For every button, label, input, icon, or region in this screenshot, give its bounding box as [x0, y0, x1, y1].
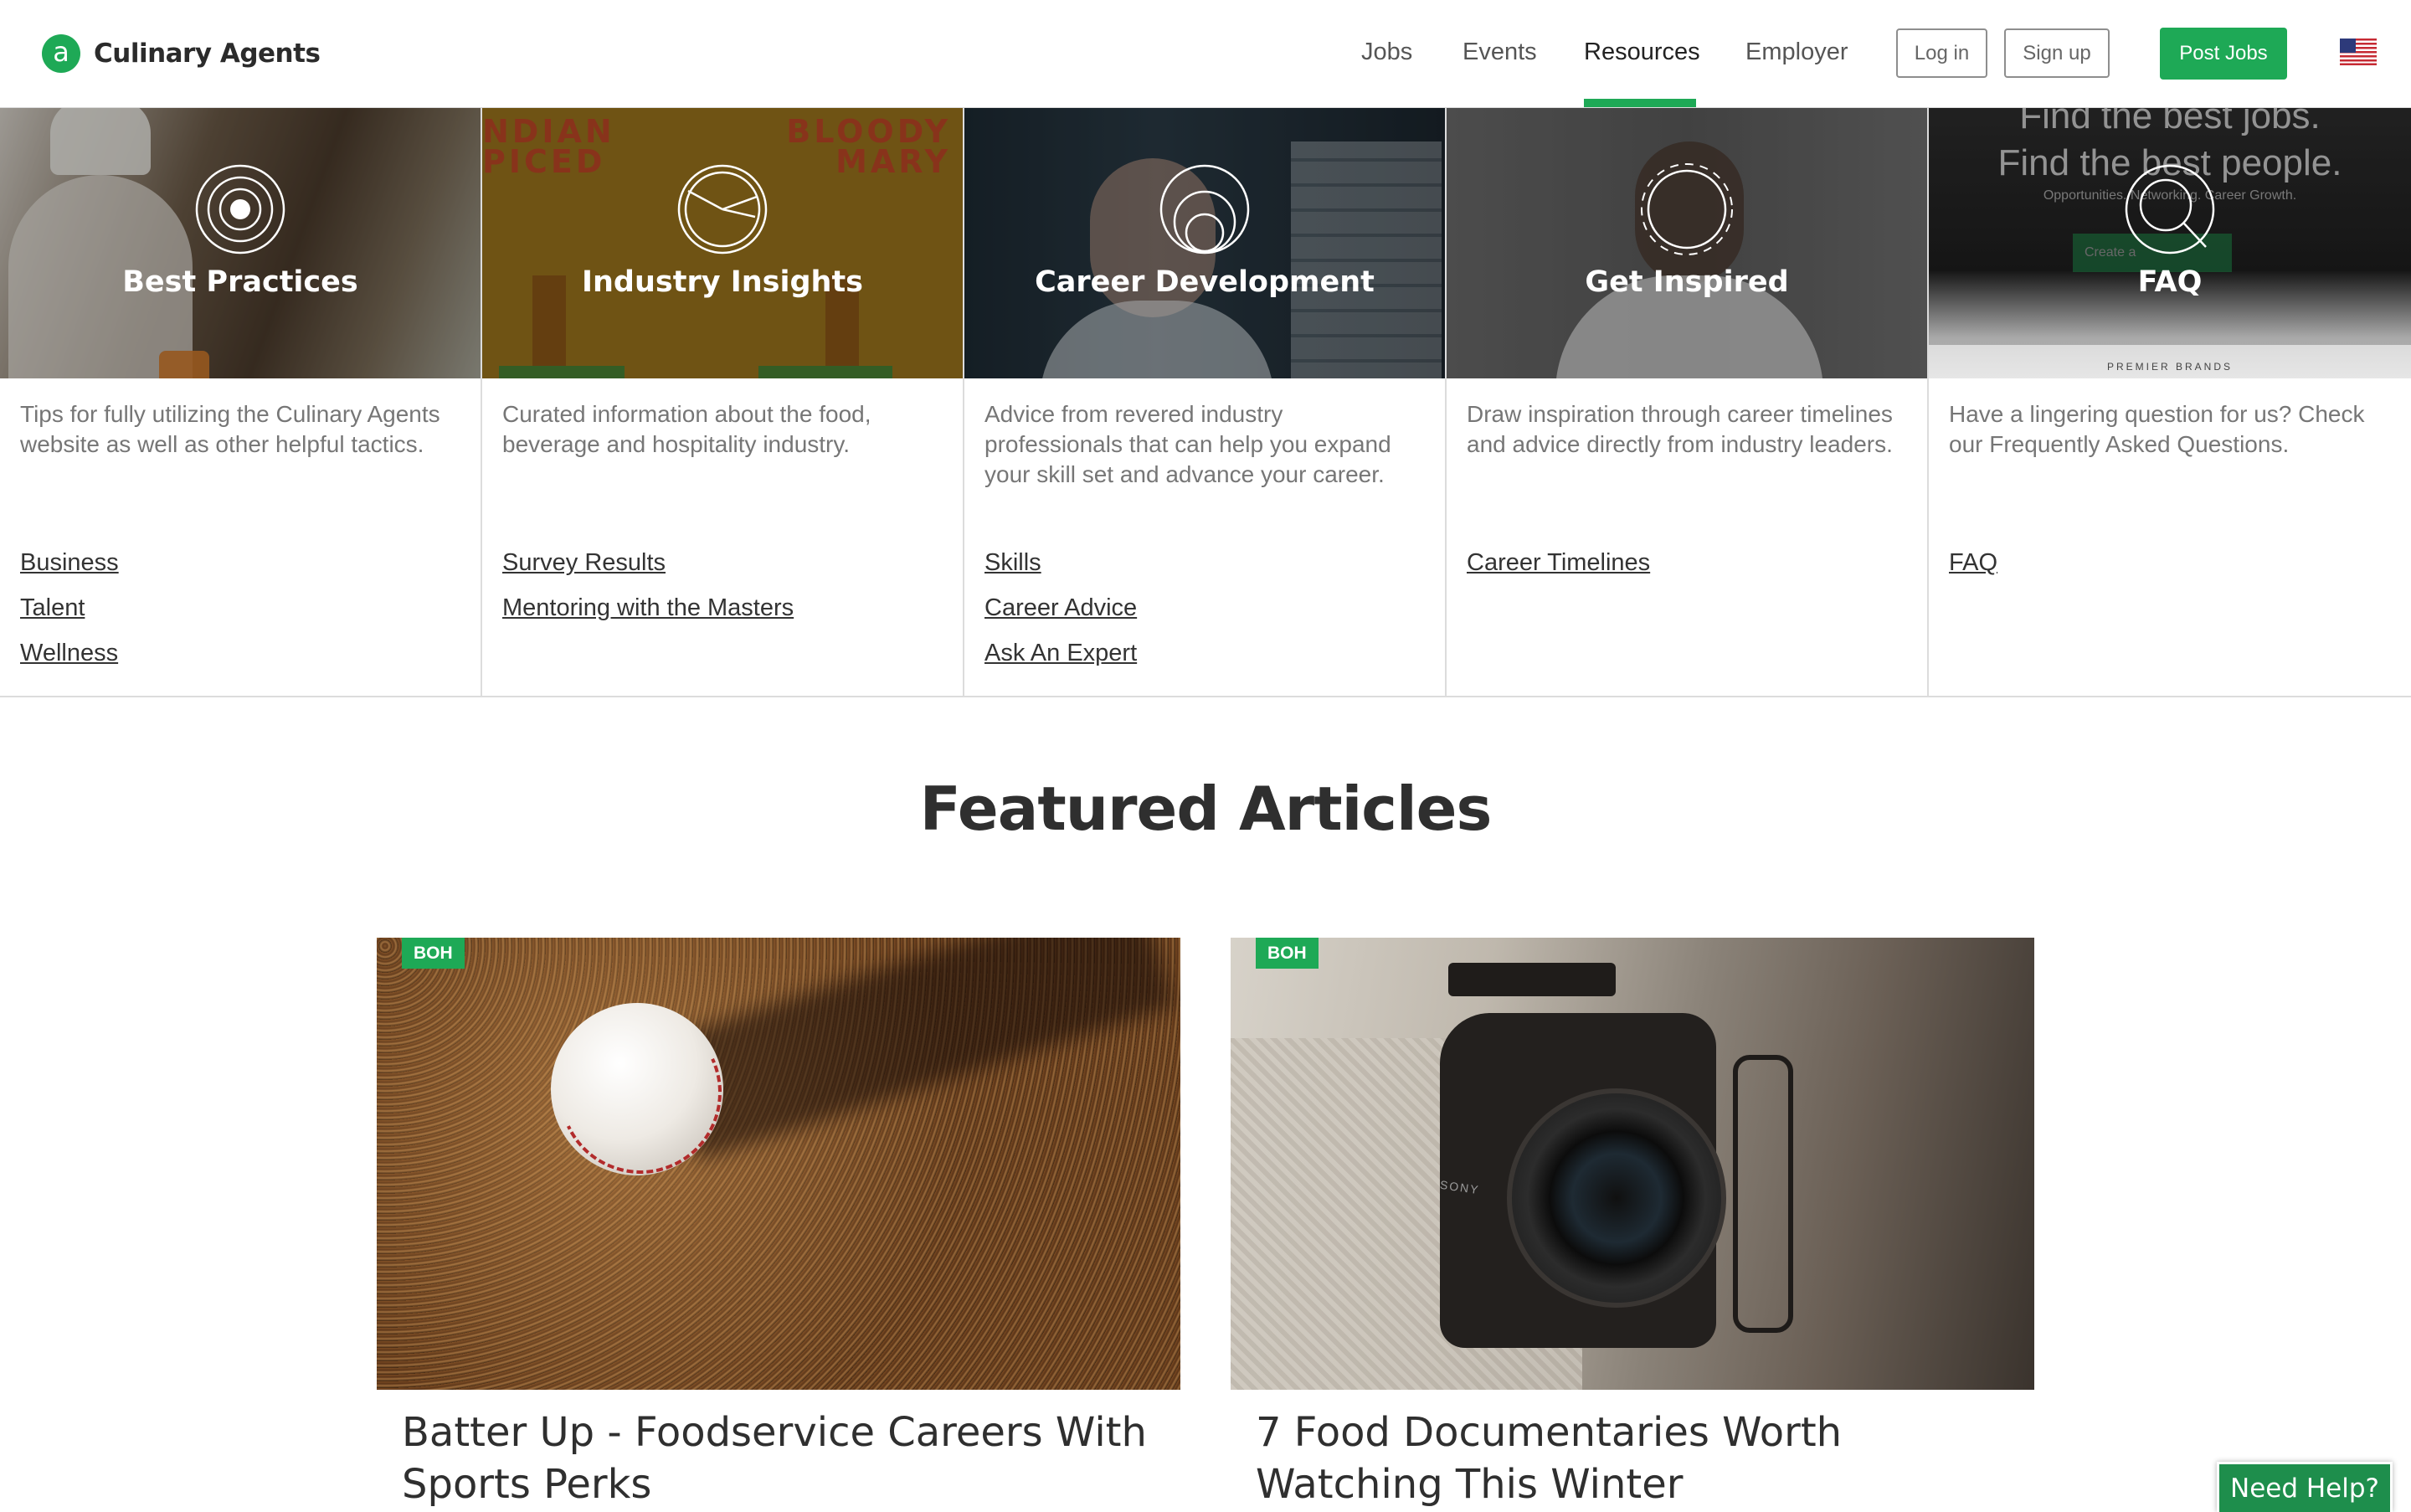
target-icon — [195, 164, 285, 255]
nav-employer[interactable]: Employer — [1745, 39, 1848, 66]
article-image-baseball[interactable]: BOH — [377, 938, 1180, 1390]
category-banner[interactable]: Find the best jobs. Find the best people… — [1929, 108, 2411, 378]
pie-chart-icon — [677, 164, 768, 255]
article-image-camera[interactable]: SONY BOH — [1231, 938, 2034, 1390]
link-talent[interactable]: Talent — [20, 585, 119, 630]
post-jobs-button[interactable]: Post Jobs — [2160, 28, 2287, 80]
brand-name: Culinary Agents — [94, 39, 321, 69]
link-faq[interactable]: FAQ — [1949, 540, 1997, 585]
category-industry-insights: NDIAN PICED BLOODY MARY Industry Insight… — [482, 108, 964, 696]
article-title[interactable]: 7 Food Documentaries Worth Watching This… — [1256, 1407, 2009, 1510]
category-badge: BOH — [402, 938, 465, 969]
category-title: Get Inspired — [1585, 265, 1789, 299]
category-description: Tips for fully utilizing the Culinary Ag… — [20, 401, 440, 457]
category-title: Career Development — [1035, 265, 1375, 299]
signup-button[interactable]: Sign up — [2004, 28, 2110, 78]
category-banner[interactable]: NDIAN PICED BLOODY MARY Industry Insight… — [482, 108, 963, 378]
link-ask-an-expert[interactable]: Ask An Expert — [984, 630, 1137, 676]
nav-active-indicator — [1584, 99, 1696, 107]
spark-circle-icon — [1641, 163, 1733, 255]
category-banner[interactable]: Best Practices — [0, 108, 481, 378]
category-faq: Find the best jobs. Find the best people… — [1929, 108, 2411, 696]
link-wellness[interactable]: Wellness — [20, 630, 119, 676]
growth-circles-icon — [1159, 164, 1250, 255]
category-best-practices: Best Practices Tips for fully utilizing … — [0, 108, 482, 696]
category-links: FAQ — [1949, 540, 1997, 585]
magnifier-icon — [2125, 164, 2215, 255]
need-help-button[interactable]: Need Help? — [2217, 1462, 2393, 1512]
category-links: Business Talent Wellness — [20, 540, 119, 676]
category-career-development: Career Development Advice from revered i… — [964, 108, 1447, 696]
category-description: Advice from revered industry professiona… — [984, 401, 1391, 487]
featured-articles-heading: Featured Articles — [919, 774, 1493, 844]
link-survey-results[interactable]: Survey Results — [502, 540, 794, 585]
logo-mark-icon: a — [42, 34, 80, 73]
category-description: Curated information about the food, beve… — [502, 401, 871, 457]
category-links: Skills Career Advice Ask An Expert — [984, 540, 1137, 676]
us-flag-icon[interactable] — [2340, 39, 2377, 65]
category-title: Best Practices — [122, 265, 358, 299]
nav-events[interactable]: Events — [1463, 39, 1537, 66]
category-get-inspired: Get Inspired Draw inspiration through ca… — [1447, 108, 1929, 696]
link-career-timelines[interactable]: Career Timelines — [1467, 540, 1650, 585]
site-logo[interactable]: a Culinary Agents — [42, 33, 321, 74]
category-description: Draw inspiration through career timeline… — [1467, 401, 1893, 457]
article-title[interactable]: Batter Up - Foodservice Careers With Spo… — [402, 1407, 1155, 1510]
banner-text: PREMIER BRANDS — [2106, 361, 2234, 373]
link-skills[interactable]: Skills — [984, 540, 1137, 585]
category-links: Survey Results Mentoring with the Master… — [502, 540, 794, 630]
category-badge: BOH — [1256, 938, 1319, 969]
category-banner[interactable]: Career Development — [964, 108, 1445, 378]
category-banner[interactable]: Get Inspired — [1447, 108, 1927, 378]
site-header: a Culinary Agents Jobs Events Resources … — [0, 0, 2411, 108]
nav-jobs[interactable]: Jobs — [1361, 39, 1412, 66]
login-button[interactable]: Log in — [1896, 28, 1987, 78]
category-description: Have a lingering question for us? Check … — [1949, 401, 2365, 457]
category-title: Industry Insights — [581, 265, 864, 299]
link-business[interactable]: Business — [20, 540, 119, 585]
category-title: FAQ — [2137, 265, 2203, 299]
resource-categories: Best Practices Tips for fully utilizing … — [0, 108, 2411, 697]
link-career-advice[interactable]: Career Advice — [984, 585, 1137, 630]
nav-resources[interactable]: Resources — [1584, 39, 1700, 66]
category-links: Career Timelines — [1467, 540, 1650, 585]
link-mentoring-with-the-masters[interactable]: Mentoring with the Masters — [502, 585, 794, 630]
